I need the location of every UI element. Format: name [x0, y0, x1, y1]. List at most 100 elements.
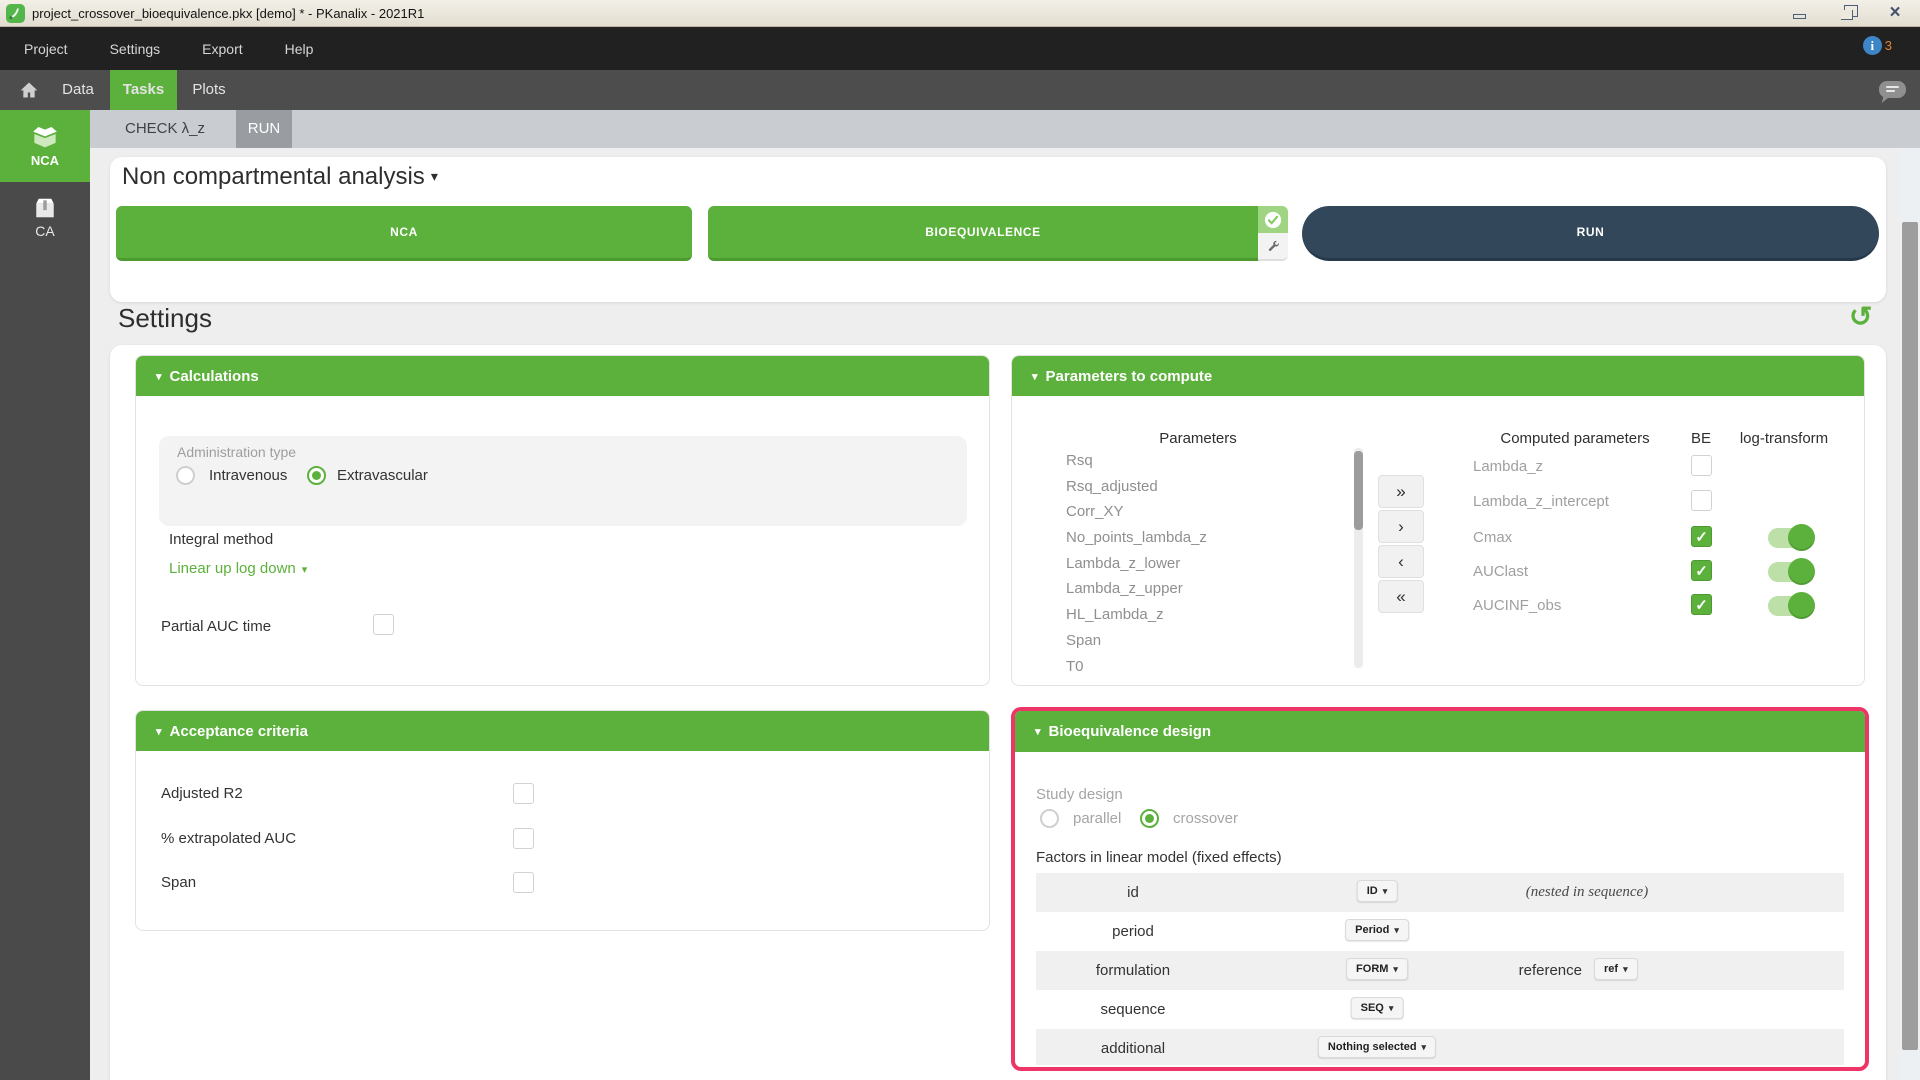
partial-auc-checkbox[interactable] — [373, 614, 394, 635]
extrapolated-auc-label: % extrapolated AUC — [161, 830, 296, 847]
list-item[interactable]: T0 — [1066, 654, 1346, 675]
bioequivalence-title: Bioequivalence design — [1049, 723, 1212, 740]
be-checkbox[interactable] — [1691, 594, 1712, 615]
adjusted-r2-checkbox[interactable] — [513, 783, 534, 804]
tab-plots[interactable]: Plots — [184, 70, 234, 110]
task-card: Non compartmental analysis ▾ NCA BIOEQUIV… — [110, 157, 1886, 302]
administration-type-fieldset: Administration type Intravenous Extravas… — [159, 436, 967, 526]
sequence-column-dropdown[interactable]: SEQ — [1351, 997, 1404, 1019]
formulation-column-dropdown[interactable]: FORM — [1346, 958, 1408, 980]
parameters-panel: Parameters to compute Parameters Rsq Rsq… — [1011, 355, 1865, 686]
factor-label: formulation — [1036, 951, 1230, 990]
bioequivalence-settings-button[interactable] — [1258, 233, 1288, 261]
radio-crossover-label[interactable]: crossover — [1173, 810, 1238, 827]
subtab-run[interactable]: RUN — [236, 110, 292, 148]
integral-method-label: Integral method — [169, 531, 273, 548]
feedback-chat-icon[interactable] — [1879, 81, 1906, 98]
study-design-label: Study design — [1036, 786, 1123, 803]
wrench-icon — [1266, 239, 1281, 254]
reset-settings-icon[interactable]: ↺ — [1849, 300, 1872, 333]
tab-tasks[interactable]: Tasks — [110, 70, 177, 110]
menu-project[interactable]: Project — [24, 41, 68, 57]
task-type-dropdown[interactable]: Non compartmental analysis ▾ — [122, 163, 438, 191]
settings-card: Calculations Administration type Intrave… — [110, 345, 1886, 1080]
minimize-icon — [1793, 14, 1806, 19]
acceptance-panel-header[interactable]: Acceptance criteria — [136, 711, 989, 751]
id-column-dropdown[interactable]: ID — [1357, 880, 1398, 902]
radio-parallel[interactable] — [1040, 809, 1059, 828]
closed-box-icon — [31, 196, 59, 220]
additional-dropdown[interactable]: Nothing selected — [1318, 1036, 1436, 1058]
computed-row-lambda-z: Lambda_z — [1012, 454, 1866, 482]
radio-intravenous[interactable] — [176, 466, 195, 485]
menu-export[interactable]: Export — [202, 41, 242, 57]
bioequivalence-task-button[interactable]: BIOEQUIVALENCE — [708, 206, 1258, 261]
parameters-title: Parameters to compute — [1046, 368, 1213, 385]
sidebar-ca-label: CA — [35, 223, 54, 239]
page-scrollbar-thumb[interactable] — [1902, 222, 1918, 1050]
notification-count: 3 — [1885, 38, 1892, 53]
radio-intravenous-label[interactable]: Intravenous — [209, 467, 287, 484]
calculations-panel-header[interactable]: Calculations — [136, 356, 989, 396]
sub-tab-bar: CHECK λ_z RUN — [90, 110, 1920, 148]
sidebar-item-ca[interactable]: CA — [0, 182, 90, 252]
computed-name: Lambda_z — [1473, 458, 1543, 475]
nca-task-button[interactable]: NCA — [116, 206, 692, 261]
nca-task-button-label: NCA — [390, 225, 418, 239]
computed-name: AUClast — [1473, 563, 1528, 580]
log-transform-toggle[interactable] — [1768, 596, 1812, 616]
radio-extravascular[interactable] — [307, 466, 326, 485]
tab-data[interactable]: Data — [55, 70, 101, 110]
factor-label: additional — [1036, 1029, 1230, 1065]
log-transform-column-header: log-transform — [1734, 430, 1834, 447]
task-heading-label: Non compartmental analysis — [122, 163, 425, 190]
restore-button[interactable] — [1830, 2, 1864, 24]
page-scrollbar[interactable] — [1900, 148, 1920, 1080]
sidebar-nca-label: NCA — [31, 153, 59, 168]
menu-settings[interactable]: Settings — [110, 41, 161, 57]
radio-extravascular-label[interactable]: Extravascular — [337, 467, 428, 484]
run-button[interactable]: RUN — [1302, 206, 1879, 261]
reference-dropdown[interactable]: ref — [1594, 958, 1638, 980]
title-bar: project_crossover_bioequivalence.pkx [de… — [0, 0, 1920, 27]
bioequivalence-side-controls — [1258, 206, 1288, 261]
radio-parallel-label[interactable]: parallel — [1073, 810, 1121, 827]
reference-label: reference — [1482, 951, 1582, 990]
acceptance-title: Acceptance criteria — [170, 723, 308, 740]
sidebar-item-nca[interactable]: NCA — [0, 110, 90, 182]
be-checkbox[interactable] — [1691, 526, 1712, 547]
be-column-header: BE — [1676, 430, 1726, 447]
be-checkbox[interactable] — [1691, 560, 1712, 581]
bioequivalence-valid-badge — [1258, 206, 1288, 233]
open-box-icon — [29, 124, 61, 150]
window-title: project_crossover_bioequivalence.pkx [de… — [32, 6, 424, 21]
be-checkbox[interactable] — [1691, 455, 1712, 476]
bioequivalence-design-panel: Bioequivalence design Study design paral… — [1011, 707, 1869, 1071]
calculations-title: Calculations — [170, 368, 259, 385]
home-icon — [18, 80, 40, 100]
menu-help[interactable]: Help — [285, 41, 314, 57]
integral-method-dropdown[interactable]: Linear up log down — [169, 560, 307, 577]
chevron-down-icon: ▾ — [431, 168, 438, 184]
pkanalix-window: project_crossover_bioequivalence.pkx [de… — [0, 0, 1920, 1080]
log-transform-toggle[interactable] — [1768, 528, 1812, 548]
list-item[interactable]: Span — [1066, 628, 1346, 654]
home-tab[interactable] — [12, 70, 46, 110]
span-checkbox[interactable] — [513, 872, 534, 893]
radio-crossover[interactable] — [1140, 809, 1159, 828]
factor-row-sequence: sequence SEQ — [1036, 990, 1844, 1029]
parameters-panel-header[interactable]: Parameters to compute — [1012, 356, 1864, 396]
close-button[interactable]: × — [1878, 2, 1912, 24]
span-label: Span — [161, 874, 196, 891]
info-icon: i — [1863, 36, 1882, 55]
period-column-dropdown[interactable]: Period — [1345, 919, 1409, 941]
nested-note: (nested in sequence) — [1487, 873, 1687, 912]
minimize-button[interactable] — [1782, 2, 1816, 24]
notifications-badge[interactable]: i 3 — [1863, 36, 1892, 55]
bioequivalence-panel-header[interactable]: Bioequivalence design — [1015, 711, 1865, 752]
subtab-check-lambda-z[interactable]: CHECK λ_z — [110, 110, 220, 148]
log-transform-toggle[interactable] — [1768, 562, 1812, 582]
extrapolated-auc-checkbox[interactable] — [513, 828, 534, 849]
factor-row-additional: additional Nothing selected — [1036, 1029, 1844, 1065]
be-checkbox[interactable] — [1691, 490, 1712, 511]
